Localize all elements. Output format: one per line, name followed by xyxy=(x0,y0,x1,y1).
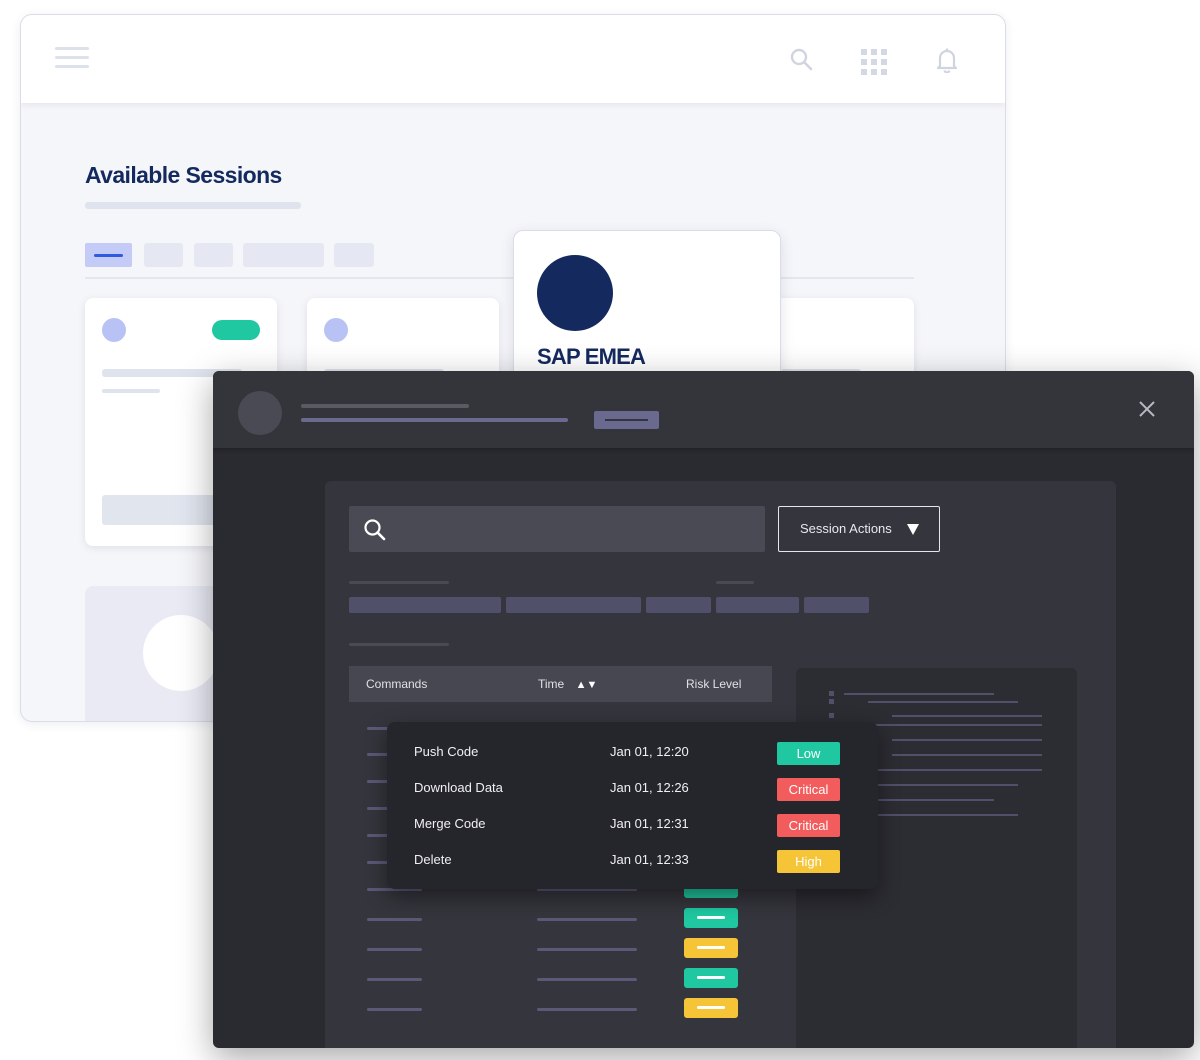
risk-badge xyxy=(684,938,738,958)
log-line xyxy=(892,769,1042,771)
risk-badge xyxy=(684,968,738,988)
filter-chip[interactable] xyxy=(716,597,799,613)
column-header-commands[interactable]: Commands xyxy=(366,677,427,691)
filter-label xyxy=(349,581,449,584)
tab[interactable] xyxy=(334,243,374,267)
text-placeholder xyxy=(301,418,568,422)
command-time: Jan 01, 12:26 xyxy=(610,780,689,795)
log-line xyxy=(868,814,1018,816)
menu-icon[interactable] xyxy=(55,47,89,69)
sort-icon[interactable]: ▲▼ xyxy=(576,679,598,691)
risky-command-row[interactable]: Download Data Jan 01, 12:26 Critical xyxy=(387,778,878,804)
log-line xyxy=(868,784,1018,786)
search-icon xyxy=(364,519,386,541)
risky-command-row[interactable]: Push Code Jan 01, 12:20 Low xyxy=(387,742,878,768)
table-row-placeholder xyxy=(367,727,389,730)
risk-level-badge: High xyxy=(777,850,840,873)
filter-chip[interactable] xyxy=(646,597,711,613)
command-placeholder xyxy=(367,1008,422,1011)
filter-label xyxy=(716,581,754,584)
close-icon[interactable] xyxy=(1137,399,1157,419)
filter-chip[interactable] xyxy=(349,597,501,613)
time-placeholder xyxy=(537,948,637,951)
log-line xyxy=(914,739,1042,741)
risky-command-row[interactable]: Delete Jan 01, 12:33 High xyxy=(387,850,878,876)
tab[interactable] xyxy=(144,243,183,267)
risky-command-row[interactable]: Merge Code Jan 01, 12:31 Critical xyxy=(387,814,878,840)
command-name: Delete xyxy=(414,852,452,867)
command-time: Jan 01, 12:31 xyxy=(610,816,689,831)
section-label xyxy=(349,643,449,646)
tabs-divider xyxy=(85,277,914,279)
tab-active[interactable] xyxy=(85,243,132,267)
log-line xyxy=(892,715,1042,717)
time-placeholder xyxy=(537,1008,637,1011)
command-placeholder xyxy=(367,948,422,951)
subtitle-placeholder xyxy=(85,202,301,209)
search-icon[interactable] xyxy=(789,47,813,71)
text-placeholder xyxy=(102,389,160,393)
log-line xyxy=(868,724,1018,726)
avatar xyxy=(143,615,219,691)
modal-header xyxy=(213,371,1194,448)
filter-chip[interactable] xyxy=(506,597,641,613)
column-header-time[interactable]: Time ▲▼ xyxy=(538,677,597,691)
table-row-placeholder xyxy=(367,861,389,864)
risk-badge xyxy=(684,998,738,1018)
caret-down-icon xyxy=(907,524,919,535)
top-bar xyxy=(21,15,1005,103)
page-title: Available Sessions xyxy=(85,162,282,188)
risk-level-badge: Critical xyxy=(777,778,840,801)
command-time: Jan 01, 12:33 xyxy=(610,852,689,867)
table-row-placeholder xyxy=(367,780,389,783)
search-input[interactable] xyxy=(349,506,765,552)
log-line xyxy=(868,701,1018,703)
command-name: Push Code xyxy=(414,744,479,759)
log-line-marker xyxy=(829,699,834,704)
time-placeholder xyxy=(537,978,637,981)
risky-commands-popup: Push Code Jan 01, 12:20 Low Download Data Ja… xyxy=(387,722,878,889)
risk-badge xyxy=(684,908,738,928)
table-row[interactable] xyxy=(325,908,785,932)
column-header-risk-level[interactable]: Risk Level xyxy=(686,677,741,691)
text-placeholder xyxy=(301,404,469,408)
table-row[interactable] xyxy=(325,998,785,1022)
risk-level-badge: Low xyxy=(777,742,840,765)
tab[interactable] xyxy=(194,243,233,267)
command-placeholder xyxy=(367,978,422,981)
filter-chip[interactable] xyxy=(804,597,869,613)
command-time: Jan 01, 12:20 xyxy=(610,744,689,759)
avatar xyxy=(238,391,282,435)
table-row-placeholder xyxy=(367,807,389,810)
log-line-marker xyxy=(829,691,834,696)
risk-level-badge: Critical xyxy=(777,814,840,837)
column-header-time-label: Time xyxy=(538,677,565,691)
commands-table-header: Commands Time ▲▼ Risk Level xyxy=(349,666,772,702)
table-row-placeholder xyxy=(367,753,389,756)
time-placeholder xyxy=(537,918,637,921)
avatar xyxy=(324,318,348,342)
session-actions-dropdown[interactable]: Session Actions xyxy=(778,506,940,552)
session-actions-label: Session Actions xyxy=(800,521,892,536)
table-row[interactable] xyxy=(325,938,785,962)
bell-icon[interactable] xyxy=(935,47,959,73)
command-name: Merge Code xyxy=(414,816,486,831)
log-line xyxy=(844,693,994,695)
apps-grid-icon[interactable] xyxy=(861,49,887,75)
log-line-marker xyxy=(829,713,834,718)
session-logo xyxy=(537,255,613,331)
status-badge xyxy=(212,320,260,340)
log-line xyxy=(892,754,1042,756)
command-placeholder xyxy=(367,918,422,921)
table-row-placeholder xyxy=(367,834,389,837)
header-badge xyxy=(594,411,659,429)
session-name: SAP EMEA xyxy=(537,344,646,369)
tab[interactable] xyxy=(243,243,324,267)
command-name: Download Data xyxy=(414,780,503,795)
avatar xyxy=(102,318,126,342)
session-detail-modal: Session Actions Commands Time ▲▼ Risk Le… xyxy=(213,371,1194,1048)
table-row[interactable] xyxy=(325,968,785,992)
